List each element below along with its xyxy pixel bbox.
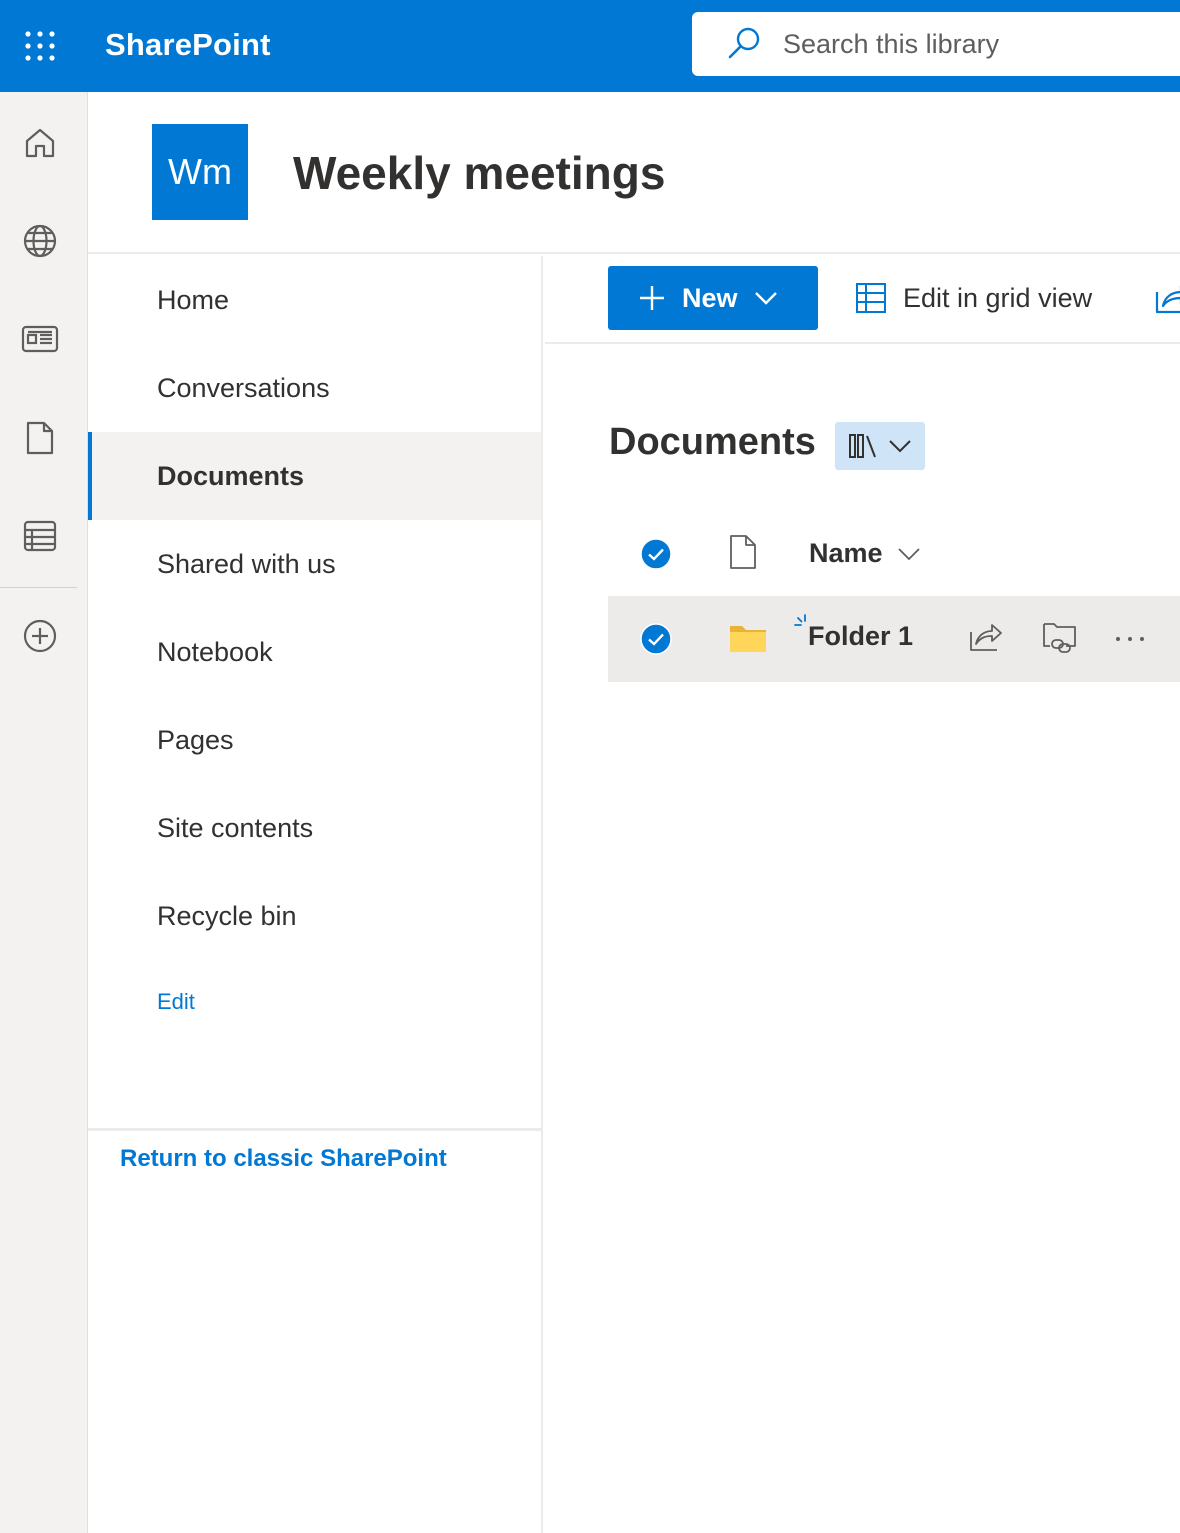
app-launcher-icon[interactable] xyxy=(16,22,64,70)
search-input[interactable] xyxy=(781,27,1161,61)
row-checkbox[interactable] xyxy=(640,623,672,660)
file-type-column-icon[interactable] xyxy=(729,534,757,575)
home-icon[interactable] xyxy=(14,117,66,169)
nav-item-conversations[interactable]: Conversations xyxy=(88,344,541,432)
share-command-icon[interactable] xyxy=(1155,280,1180,314)
app-name[interactable]: SharePoint xyxy=(105,24,271,66)
edit-in-grid-view-label: Edit in grid view xyxy=(903,282,1093,313)
new-button-label: New xyxy=(682,282,738,313)
chevron-down-icon xyxy=(889,440,911,453)
nav-item-site-contents[interactable]: Site contents xyxy=(88,784,541,872)
document-icon[interactable] xyxy=(14,412,66,464)
share-icon[interactable] xyxy=(969,620,1003,657)
name-column-label: Name xyxy=(809,538,883,568)
nav-edit-link[interactable]: Edit xyxy=(157,989,195,1015)
item-name[interactable]: Folder 1 xyxy=(808,621,913,652)
command-bar: New Edit in grid view xyxy=(545,256,1180,344)
nav-item-shared-with-us[interactable]: Shared with us xyxy=(88,520,541,608)
library-view-icon xyxy=(849,434,876,458)
site-header: Wm Weekly meetings xyxy=(88,92,1180,254)
copy-link-icon[interactable] xyxy=(1042,620,1078,659)
nav-item-notebook[interactable]: Notebook xyxy=(88,608,541,696)
nav-divider xyxy=(88,1128,541,1131)
search-box[interactable] xyxy=(692,12,1180,76)
more-options-icon[interactable] xyxy=(1114,624,1150,659)
app-bar xyxy=(0,92,88,1533)
list-icon[interactable] xyxy=(14,510,66,562)
app-bar-divider xyxy=(0,587,77,588)
nav-item-recycle-bin[interactable]: Recycle bin xyxy=(88,872,541,960)
globe-icon[interactable] xyxy=(14,215,66,267)
select-all-checkbox[interactable] xyxy=(640,538,672,575)
add-circle-icon[interactable] xyxy=(14,610,66,662)
news-icon[interactable] xyxy=(14,313,66,365)
suite-bar: SharePoint xyxy=(0,0,1180,92)
list-item[interactable]: Folder 1 xyxy=(608,596,1180,682)
folder-icon xyxy=(728,622,768,659)
edit-in-grid-view-button[interactable]: Edit in grid view xyxy=(855,266,1092,330)
nav-item-pages[interactable]: Pages xyxy=(88,696,541,784)
grid-icon xyxy=(856,283,886,313)
left-navigation: Home Conversations Documents Shared with… xyxy=(88,256,543,1533)
library-title: Documents xyxy=(609,421,816,463)
new-button[interactable]: New xyxy=(608,266,818,330)
plus-icon xyxy=(640,286,664,310)
list-header: Name xyxy=(608,512,1180,596)
return-to-classic-link[interactable]: Return to classic SharePoint xyxy=(120,1145,447,1173)
chevron-down-icon xyxy=(754,292,777,305)
site-logo[interactable]: Wm xyxy=(152,124,248,220)
view-switcher[interactable] xyxy=(835,422,925,470)
search-icon xyxy=(728,27,760,59)
nav-item-documents[interactable]: Documents xyxy=(88,432,541,520)
chevron-down-icon xyxy=(897,547,920,560)
name-column-header[interactable]: Name xyxy=(809,538,921,569)
site-title[interactable]: Weekly meetings xyxy=(293,144,665,202)
nav-item-home[interactable]: Home xyxy=(88,256,541,344)
